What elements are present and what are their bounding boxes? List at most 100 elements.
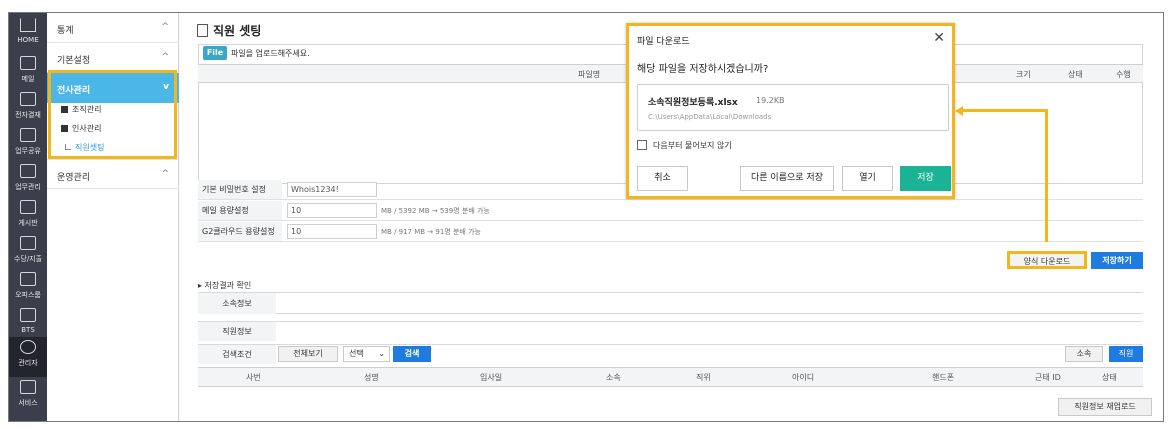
dialog-save-button[interactable]: 저장 xyxy=(900,166,951,191)
office-icon xyxy=(20,272,36,286)
employee-table-header: 사번 성명 입사일 소속 직위 아이디 핸드폰 근태 ID 상태 xyxy=(198,367,1143,387)
view-all-button[interactable]: 전체보기 xyxy=(278,346,338,362)
setting-label: 메일 용량설정 xyxy=(198,201,282,220)
sidebar-group-ops[interactable]: 운영관리 ^ xyxy=(47,159,179,189)
close-icon[interactable]: ✕ xyxy=(933,30,945,46)
rail-bts-label: BTS xyxy=(21,326,35,334)
share-doc-icon xyxy=(20,128,36,142)
dialog-question: 해당 파일을 저장하시겠습니까? xyxy=(637,64,769,75)
rail-expense[interactable]: 수당/지출 xyxy=(9,233,47,273)
page-title: 직원 셋팅 xyxy=(213,24,262,38)
rail-admin-label: 관리자 xyxy=(18,359,38,367)
chevron-up-icon: ^ xyxy=(161,22,169,32)
sidebar-group-label: 기본설정 xyxy=(57,56,91,66)
password-input[interactable]: Whois1234! xyxy=(287,182,377,197)
column-emp-no: 사번 xyxy=(246,373,261,382)
app-window: HOME 메일 전자결재 업무공유 업무관리 게시판 수당/지출 오피스룸 BT… xyxy=(8,12,1164,422)
download-dialog: 파일 다운로드 ✕ 해당 파일을 저장하시겠습니까? 소속직원정보등록.xlsx… xyxy=(626,23,955,199)
home-icon xyxy=(20,18,36,32)
briefcase-icon xyxy=(20,308,36,322)
admin-sidebar: 통계 ^ 기본설정 ^ 전사관리 v 조직관리 인사관리 직원셋팅 운영관리 ^ xyxy=(47,13,179,421)
rail-board-label: 게시판 xyxy=(18,219,38,227)
monitor-icon xyxy=(20,92,36,106)
sidebar-group-stats[interactable]: 통계 ^ xyxy=(47,13,179,43)
column-attendance-id: 근태 ID xyxy=(1035,373,1061,382)
column-position: 직위 xyxy=(696,373,711,382)
rail-mail[interactable]: 메일 xyxy=(9,53,47,93)
file-upload-button[interactable]: File xyxy=(203,46,227,60)
employee-info-label: 직원정보 xyxy=(198,322,276,341)
file-size: 19.2KB xyxy=(756,96,785,105)
chat-icon xyxy=(20,200,36,214)
search-condition-label: 검색조건 xyxy=(198,345,276,364)
rail-home-label: HOME xyxy=(17,36,39,44)
select-value: 선택 xyxy=(349,349,364,358)
rail-board[interactable]: 게시판 xyxy=(9,197,47,237)
column-name: 성명 xyxy=(364,373,379,382)
icon-rail: HOME 메일 전자결재 업무공유 업무관리 게시판 수당/지출 오피스룸 BT… xyxy=(9,13,47,421)
column-filename: 파일명 xyxy=(578,70,601,79)
file-info-card: 소속직원정보등록.xlsx 19.2KB C:\Users\AppData\Lo… xyxy=(637,84,949,131)
rail-home[interactable]: HOME xyxy=(9,15,47,55)
sidebar-group-basic[interactable]: 기본설정 ^ xyxy=(47,43,179,73)
sidebar-group-label: 통계 xyxy=(57,26,74,36)
chevron-up-icon: ^ xyxy=(161,52,169,62)
filter-belong-button[interactable]: 소속 xyxy=(1065,346,1103,362)
employee-info-row: 직원정보 xyxy=(198,321,1143,341)
column-status: 상태 xyxy=(1102,373,1117,382)
cloud-quota-note: MB / 917 MB → 91명 분배 가능 xyxy=(381,228,481,236)
upload-message: 파일을 업로드해주세요. xyxy=(231,49,310,58)
rail-share[interactable]: 업무공유 xyxy=(9,125,47,165)
rail-office-label: 오피스룸 xyxy=(15,291,41,299)
document-icon xyxy=(197,24,208,37)
rail-office[interactable]: 오피스룸 xyxy=(9,269,47,309)
filter-employee-button[interactable]: 직원 xyxy=(1109,346,1143,362)
cloud-quota-input[interactable]: 10 xyxy=(287,224,377,239)
dialog-title: 파일 다운로드 xyxy=(637,37,690,47)
rail-mail-label: 메일 xyxy=(21,75,35,83)
rail-service-label: 서비스 xyxy=(18,399,38,407)
rail-task-label: 업무관리 xyxy=(15,183,41,191)
mail-quota-note: MB / 5392 MB → 539명 분배 가능 xyxy=(381,207,490,215)
result-section-title: ▸ 저장결과 확인 xyxy=(198,281,252,290)
search-row: 검색조건 xyxy=(198,344,1143,364)
file-path: C:\Users\AppData\Local\Downloads xyxy=(648,113,772,121)
sidebar-group-label: 운영관리 xyxy=(57,173,91,183)
condition-select[interactable]: 선택 ⌄ xyxy=(343,346,390,362)
reupload-button[interactable]: 직원정보 재업로드 xyxy=(1058,398,1152,416)
download-form-button[interactable]: 양식 다운로드 xyxy=(1007,251,1087,269)
rail-share-label: 업무공유 xyxy=(15,147,41,155)
rail-task[interactable]: 업무관리 xyxy=(9,161,47,201)
column-size: 크기 xyxy=(1016,70,1031,79)
admin-gear-icon xyxy=(20,340,36,354)
mail-icon xyxy=(20,56,36,70)
rail-service[interactable]: 서비스 xyxy=(9,377,47,417)
column-id: 아이디 xyxy=(792,373,815,382)
column-join-date: 입사일 xyxy=(480,373,503,382)
chevron-down-icon: ⌄ xyxy=(378,349,385,358)
dont-ask-label: 다음부터 물어보지 않기 xyxy=(653,141,732,150)
rail-approval-label: 전자결재 xyxy=(15,111,41,119)
highlight-box xyxy=(48,70,177,159)
setting-label: 기본 비밀번호 설정 xyxy=(198,180,282,199)
rail-expense-label: 수당/지출 xyxy=(13,255,43,263)
mail-quota-input[interactable]: 10 xyxy=(287,203,377,218)
setting-label: G2클라우드 용량설정 xyxy=(198,222,282,241)
service-icon xyxy=(20,380,36,394)
rail-admin[interactable]: 관리자 xyxy=(9,337,47,377)
dont-ask-checkbox[interactable] xyxy=(637,140,647,150)
belong-info-row: 소속정보 xyxy=(198,292,1143,314)
chevron-up-icon: ^ xyxy=(161,169,169,179)
rail-approval[interactable]: 전자결재 xyxy=(9,89,47,129)
search-button[interactable]: 검색 xyxy=(393,346,431,362)
column-action: 수행 xyxy=(1116,70,1131,79)
won-icon xyxy=(20,236,36,250)
task-doc-icon xyxy=(20,164,36,178)
belong-info-label: 소속정보 xyxy=(198,293,276,314)
column-belong: 소속 xyxy=(606,373,621,382)
save-button[interactable]: 저장하기 xyxy=(1091,252,1143,269)
file-name: 소속직원정보등록.xlsx xyxy=(648,98,738,108)
cancel-button[interactable]: 취소 xyxy=(637,166,688,191)
open-button[interactable]: 열기 xyxy=(842,166,893,191)
save-as-button[interactable]: 다른 이름으로 저장 xyxy=(740,166,834,191)
